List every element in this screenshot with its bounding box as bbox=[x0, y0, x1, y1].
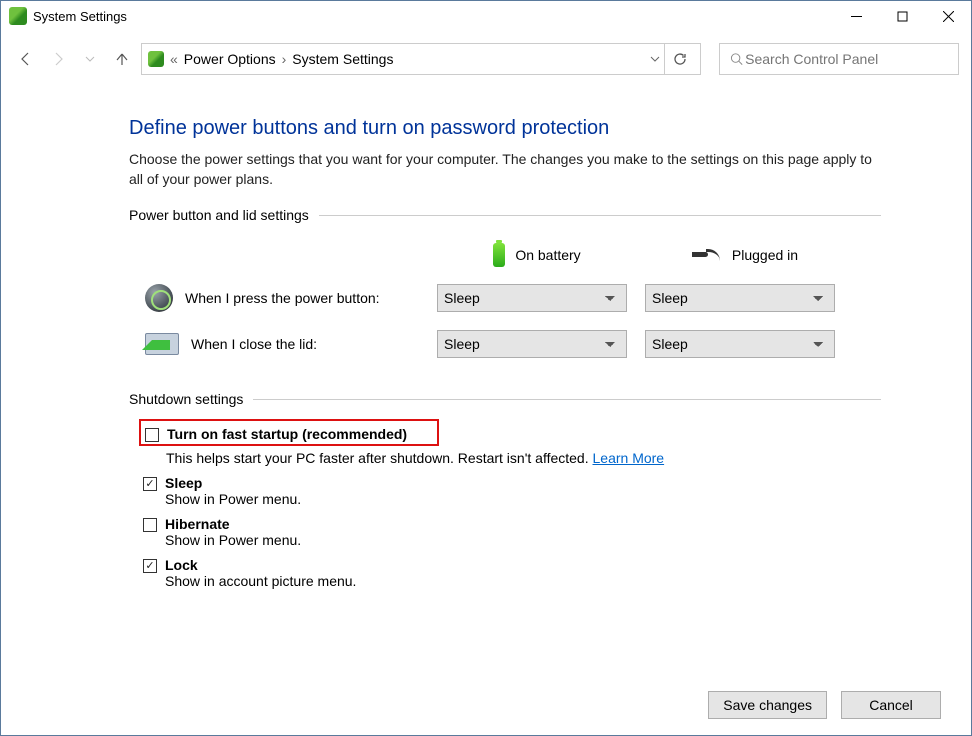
section-title: Power button and lid settings bbox=[129, 207, 309, 223]
breadcrumb-system-settings[interactable]: System Settings bbox=[292, 51, 393, 67]
divider bbox=[319, 215, 881, 216]
titlebar: System Settings bbox=[1, 1, 971, 31]
battery-icon bbox=[493, 243, 505, 267]
window-frame: System Settings « Power Options › System… bbox=[0, 0, 972, 736]
lid-icon bbox=[145, 333, 179, 355]
app-icon bbox=[9, 7, 27, 25]
section-title-shutdown: Shutdown settings bbox=[129, 391, 243, 407]
close-button[interactable] bbox=[925, 1, 971, 31]
row-label-lid: When I close the lid: bbox=[191, 336, 317, 352]
page-heading: Define power buttons and turn on passwor… bbox=[129, 117, 881, 140]
row-close-lid: When I close the lid: bbox=[129, 321, 429, 367]
col-label-battery: On battery bbox=[515, 247, 580, 263]
maximize-button[interactable] bbox=[879, 1, 925, 31]
shutdown-settings-list: Turn on fast startup (recommended) This … bbox=[129, 419, 881, 595]
minimize-button[interactable] bbox=[833, 1, 879, 31]
desc-sleep: Show in Power menu. bbox=[165, 491, 301, 513]
address-icon bbox=[148, 51, 164, 67]
row-power-button: When I press the power button: bbox=[129, 275, 429, 321]
checkbox-fast-startup[interactable] bbox=[145, 428, 159, 442]
save-button[interactable]: Save changes bbox=[708, 691, 827, 719]
select-lid-battery[interactable]: Sleep bbox=[437, 330, 627, 358]
column-plugged-in: Plugged in bbox=[645, 235, 845, 275]
column-on-battery: On battery bbox=[437, 235, 637, 275]
label-lock: Lock bbox=[165, 557, 356, 573]
back-button[interactable] bbox=[13, 46, 39, 72]
refresh-button[interactable] bbox=[664, 44, 694, 74]
select-lid-plugged[interactable]: Sleep bbox=[645, 330, 835, 358]
recent-locations-button[interactable] bbox=[77, 46, 103, 72]
window-controls bbox=[833, 1, 971, 31]
page-description: Choose the power settings that you want … bbox=[129, 150, 881, 189]
checkbox-sleep[interactable] bbox=[143, 477, 157, 491]
link-learn-more[interactable]: Learn More bbox=[593, 450, 665, 466]
select-power-battery[interactable]: Sleep bbox=[437, 284, 627, 312]
search-box[interactable] bbox=[719, 43, 959, 75]
breadcrumb-overflow[interactable]: « bbox=[170, 51, 178, 67]
up-button[interactable] bbox=[109, 46, 135, 72]
divider bbox=[253, 399, 881, 400]
power-settings-grid: On battery Plugged in When I press the p… bbox=[129, 235, 881, 367]
search-input[interactable] bbox=[743, 50, 948, 68]
forward-button[interactable] bbox=[45, 46, 71, 72]
label-fast-startup: Turn on fast startup (recommended) bbox=[167, 426, 407, 442]
section-power-button-lid: Power button and lid settings bbox=[129, 207, 881, 223]
breadcrumb-separator-icon: › bbox=[282, 51, 287, 67]
col-label-plugged: Plugged in bbox=[732, 247, 798, 263]
content-area: Define power buttons and turn on passwor… bbox=[1, 81, 971, 595]
toolbar: « Power Options › System Settings bbox=[1, 37, 971, 81]
checkbox-lock[interactable] bbox=[143, 559, 157, 573]
search-icon bbox=[730, 52, 743, 66]
desc-fast-startup: This helps start your PC faster after sh… bbox=[129, 450, 881, 472]
footer-buttons: Save changes Cancel bbox=[708, 691, 941, 719]
section-shutdown: Shutdown settings bbox=[129, 391, 881, 407]
select-power-plugged[interactable]: Sleep bbox=[645, 284, 835, 312]
desc-hibernate: Show in Power menu. bbox=[165, 532, 301, 554]
address-bar[interactable]: « Power Options › System Settings bbox=[141, 43, 701, 75]
label-hibernate: Hibernate bbox=[165, 516, 301, 532]
highlight-fast-startup: Turn on fast startup (recommended) bbox=[139, 419, 439, 446]
cancel-button[interactable]: Cancel bbox=[841, 691, 941, 719]
window-title: System Settings bbox=[33, 9, 127, 24]
row-label-power: When I press the power button: bbox=[185, 290, 380, 306]
breadcrumb-power-options[interactable]: Power Options bbox=[184, 51, 276, 67]
label-sleep: Sleep bbox=[165, 475, 301, 491]
checkbox-hibernate[interactable] bbox=[143, 518, 157, 532]
address-dropdown-icon[interactable] bbox=[650, 51, 660, 67]
plug-icon bbox=[692, 248, 722, 262]
power-button-icon bbox=[145, 284, 173, 312]
desc-lock: Show in account picture menu. bbox=[165, 573, 356, 595]
